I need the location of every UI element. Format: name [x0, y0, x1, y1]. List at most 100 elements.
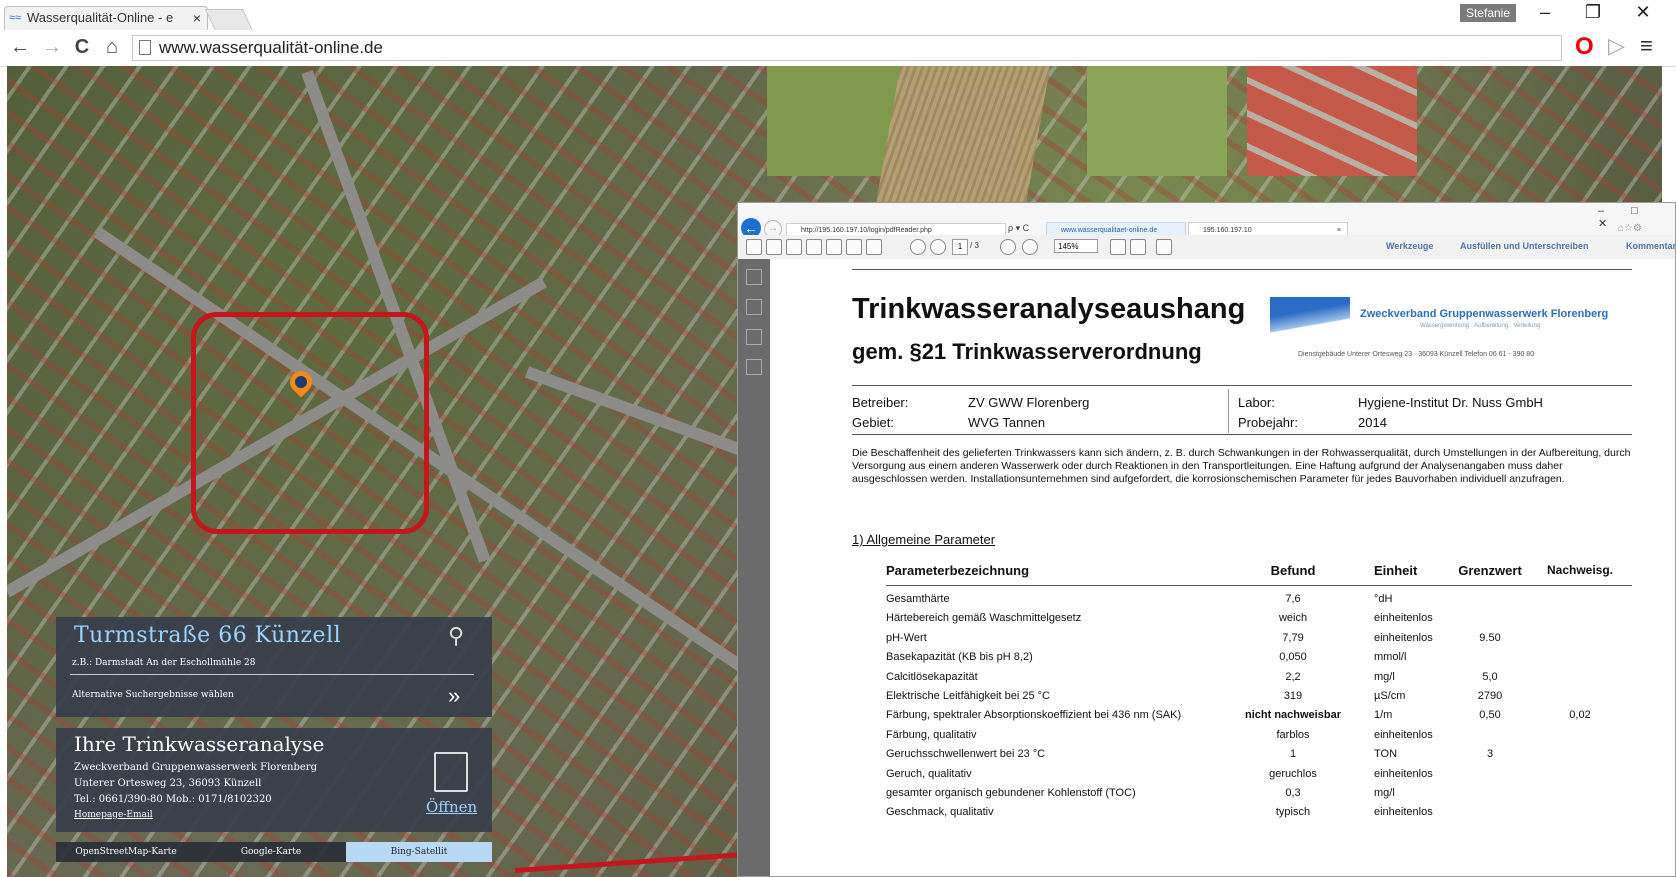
- ie-favorites-icons[interactable]: ⌂☆⚙: [1618, 223, 1642, 234]
- analysis-title: Ihre Trinkwasseranalyse: [74, 732, 325, 756]
- page-up-icon[interactable]: [910, 239, 926, 255]
- reload-button[interactable]: C: [70, 36, 94, 59]
- row-unit: TON: [1374, 748, 1398, 761]
- homepage-link[interactable]: Homepage: [74, 810, 123, 820]
- search-icon[interactable]: ⚲: [448, 623, 464, 649]
- zoom-select[interactable]: 145%: [1054, 239, 1098, 253]
- row-unit: einheitenlos: [1374, 767, 1433, 780]
- row-unit: µS/cm: [1374, 690, 1406, 702]
- opera-extension-icon[interactable]: O: [1575, 33, 1594, 61]
- chevron-right-icon[interactable]: »: [448, 683, 460, 709]
- supplier-address: Unterer Ortesweg 23, 36093 Künzell: [74, 778, 262, 789]
- share-icon[interactable]: [766, 239, 782, 255]
- row-result: nicht nachweisbar: [1245, 709, 1341, 722]
- divider: [852, 434, 1632, 435]
- row-unit: mmol/l: [1374, 651, 1407, 664]
- table-row: Elektrische Leitfähigkeit bei 25 °C 319 µS…: [770, 690, 1675, 710]
- row-detection: 0,02: [1569, 709, 1591, 722]
- fill-sign-link[interactable]: Ausfüllen und Unterschreiben: [1460, 241, 1589, 251]
- row-unit: einheitenlos: [1374, 806, 1433, 819]
- restore-button[interactable]: ❐: [1578, 2, 1608, 23]
- column-header-parameter: Parameterbezeichnung: [886, 563, 1030, 578]
- back-button[interactable]: ←: [8, 36, 32, 59]
- signatures-icon[interactable]: [746, 359, 762, 375]
- browser-tab-title: Wasserqualität-Online - e: [27, 10, 174, 25]
- table-row: Färbung, spektraler Absorptionskoeffizie…: [770, 709, 1675, 729]
- row-limit: 0,50: [1479, 709, 1501, 722]
- tab-bing-satellite[interactable]: Bing-Satellit: [346, 842, 492, 862]
- ie-search-icon[interactable]: ρ ▾ C: [1008, 223, 1029, 234]
- pdf-page: Trinkwasseranalyseaushang gem. §21 Trink…: [770, 259, 1675, 876]
- operator-label: Betreiber:: [852, 395, 909, 410]
- section-heading: 1) Allgemeine Parameter: [852, 532, 996, 547]
- page-number-input[interactable]: 1: [952, 239, 968, 255]
- map-type-tabs: OpenStreetMap-Karte Google-Karte Bing-Sa…: [56, 842, 492, 862]
- home-button[interactable]: ⌂: [100, 36, 124, 59]
- column-header-unit: Einheit: [1374, 563, 1418, 578]
- row-parameter: Geruch, qualitativ: [886, 767, 972, 780]
- cloud-icon[interactable]: [806, 239, 822, 255]
- attachments-icon[interactable]: [746, 299, 762, 315]
- address-text: www.wasserqualität-online.de: [159, 38, 383, 57]
- supplier-phone: Tel.: 0661/390-80 Mob.: 0171/8102320: [74, 794, 272, 805]
- address-bar[interactable]: www.wasserqualität-online.de: [132, 35, 1562, 61]
- pdf-viewer-window: ← → http://195.160.197.10/login/pdfReade…: [737, 202, 1676, 877]
- browser-tab[interactable]: ≈≈ Wasserqualität-Online - e ×: [4, 6, 208, 30]
- create-icon[interactable]: [746, 239, 762, 255]
- tab-google-map[interactable]: Google-Karte: [196, 842, 346, 862]
- pages-icon[interactable]: [746, 269, 762, 285]
- analysis-panel: Ihre Trinkwasseranalyse Zweckverband Gru…: [56, 728, 492, 832]
- table-row: Basekapazität (KB bis pH 8,2) 0,050 mmol/l: [770, 651, 1675, 671]
- new-tab-button[interactable]: [204, 9, 254, 31]
- menu-icon[interactable]: ≡: [1640, 33, 1653, 59]
- row-parameter: Härtebereich gemäß Waschmittelgesetz: [886, 612, 1082, 625]
- table-row: Färbung, qualitativ farblos einheitenlos: [770, 728, 1675, 749]
- site-favicon-icon: ≈≈: [9, 12, 22, 24]
- zoom-in-icon[interactable]: [1022, 239, 1038, 255]
- table-row: Geruch, qualitativ geruchlos einheitenlos: [770, 767, 1675, 788]
- close-window-button[interactable]: ✕: [1628, 2, 1658, 23]
- email-link[interactable]: Email: [126, 810, 152, 820]
- open-pdf-link[interactable]: Öffnen: [426, 798, 477, 816]
- row-result: weich: [1278, 612, 1308, 625]
- row-unit: mg/l: [1374, 670, 1395, 683]
- mail-icon[interactable]: [866, 239, 882, 255]
- zoom-out-icon[interactable]: [1000, 239, 1016, 255]
- pdf-icon[interactable]: [434, 752, 468, 792]
- fullscreen-icon[interactable]: [1156, 239, 1172, 255]
- fit-width-icon[interactable]: [1130, 239, 1146, 255]
- row-parameter: Elektrische Leitfähigkeit bei 25 °C: [886, 690, 1050, 702]
- page-total: / 3: [970, 241, 979, 250]
- row-unit: einheitenlos: [1374, 612, 1433, 625]
- search-query[interactable]: Turmstraße 66 Künzell: [74, 623, 341, 648]
- row-result: 1: [1289, 748, 1297, 761]
- minimize-button[interactable]: –: [1530, 2, 1560, 23]
- row-parameter: Färbung, qualitativ: [886, 728, 977, 741]
- tab-close-icon[interactable]: ×: [193, 7, 201, 29]
- year-value: 2014: [1358, 415, 1387, 430]
- user-profile-badge[interactable]: Stefanie: [1460, 4, 1516, 22]
- forward-button[interactable]: →: [40, 36, 64, 59]
- fit-page-icon[interactable]: [1110, 239, 1126, 255]
- table-row: Calcitlösekapazität 2,2 mg/l 5,0: [770, 670, 1675, 691]
- divider: [852, 385, 1632, 386]
- operator-value: ZV GWW Florenberg: [968, 395, 1090, 410]
- page-down-icon[interactable]: [930, 239, 946, 255]
- column-header-result: Befund: [1270, 563, 1316, 578]
- play-extension-icon[interactable]: ▷: [1608, 33, 1625, 59]
- bookmarks-icon[interactable]: [746, 329, 762, 345]
- tab-openstreetmap[interactable]: OpenStreetMap-Karte: [56, 842, 196, 862]
- divider: [70, 674, 474, 675]
- edit-icon[interactable]: [786, 239, 802, 255]
- comment-link[interactable]: Kommentar: [1626, 241, 1675, 251]
- document-title: Trinkwasseranalyseaushang: [852, 293, 1246, 325]
- print-icon[interactable]: [846, 239, 862, 255]
- alternative-results-link[interactable]: Alternative Suchergebnisse wählen: [72, 690, 234, 700]
- row-limit: 5,0: [1482, 670, 1498, 683]
- highlight-box: [191, 312, 429, 534]
- row-limit: 9.50: [1479, 631, 1501, 644]
- row-parameter: Färbung, spektraler Absorptionskoeffizie…: [886, 709, 1182, 722]
- save-icon[interactable]: [826, 239, 842, 255]
- tools-link[interactable]: Werkzeuge: [1386, 241, 1433, 251]
- logo-tagline: Wassergewinnung · Aufbereitung · Verteil…: [1420, 323, 1541, 329]
